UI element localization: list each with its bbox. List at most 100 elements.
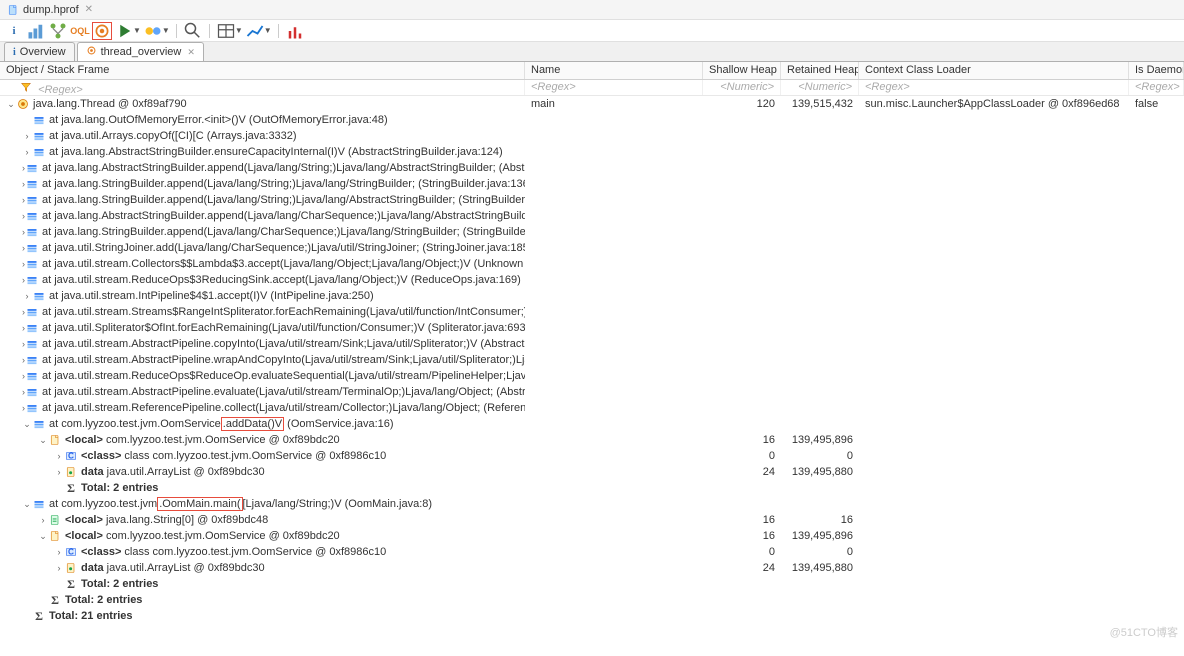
compare-button[interactable] [143, 22, 163, 40]
tree-row[interactable]: ›at java.util.StringJoiner.add(Ljava/lan… [0, 240, 1184, 256]
tree-row[interactable]: ›data java.util.ArrayList @ 0xf89bdc3024… [0, 560, 1184, 576]
row-text: at java.lang.AbstractStringBuilder.ensur… [49, 146, 503, 158]
row-text: at java.util.stream.IntPipeline$4$1.acce… [49, 290, 374, 302]
tree-row[interactable]: ⌄<local> com.lyyzoo.test.jvm.OomService … [0, 432, 1184, 448]
row-text: at java.lang.StringBuilder.append(Ljava/… [42, 178, 525, 190]
header-daemon[interactable]: Is Daemon [1129, 62, 1184, 79]
tree-row[interactable]: › at java.lang.AbstractStringBuilder.ensu… [0, 144, 1184, 160]
filter-shallow[interactable]: <Numeric> [703, 80, 781, 95]
header-shallow[interactable]: Shallow Heap [703, 62, 781, 79]
chart-button[interactable] [26, 22, 46, 40]
close-icon[interactable]: ✕ [187, 47, 195, 58]
tree-row[interactable]: ·ΣTotal: 21 entries [0, 608, 1184, 624]
search-button[interactable] [183, 22, 203, 40]
tree-row[interactable]: ⌄at com.lyyzoo.test.jvm.OomMain.main([Lj… [0, 496, 1184, 512]
cell-retained: 0 [781, 450, 859, 462]
tree-row[interactable]: ›at java.lang.StringBuilder.append(Ljava… [0, 176, 1184, 192]
expand-icon[interactable]: › [54, 563, 64, 573]
cell-retained: 139,515,432 [781, 98, 859, 110]
separator [176, 24, 177, 38]
tree-row[interactable]: ⌄java.lang.Thread @ 0xf89af790main120139… [0, 96, 1184, 112]
frame-icon [25, 401, 39, 415]
oql-button[interactable]: OQL [70, 22, 90, 40]
frame-icon [25, 225, 39, 239]
row-text: data java.util.ArrayList @ 0xf89bdc30 [81, 466, 265, 478]
frame-icon [25, 161, 39, 175]
expand-icon[interactable]: › [22, 291, 32, 301]
tree-row[interactable]: ›at java.util.stream.ReduceOps$3Reducing… [0, 272, 1184, 288]
frame-icon [25, 257, 39, 271]
frame-icon [25, 209, 39, 223]
tree-row[interactable]: ›at java.util.stream.AbstractPipeline.co… [0, 336, 1184, 352]
row-text: at java.util.stream.Streams$RangeIntSpli… [42, 306, 525, 318]
collapse-icon[interactable]: ⌄ [22, 499, 32, 510]
run-button[interactable] [114, 22, 134, 40]
tree-row[interactable]: ·ΣTotal: 2 entries [0, 480, 1184, 496]
frame-icon [25, 337, 39, 351]
column-headers: Object / Stack Frame Name Shallow Heap R… [0, 62, 1184, 80]
expand-icon[interactable]: › [54, 467, 64, 477]
collapse-icon[interactable]: ⌄ [22, 419, 32, 430]
table-button[interactable] [216, 22, 236, 40]
tree-row[interactable]: ›at java.lang.StringBuilder.append(Ljava… [0, 224, 1184, 240]
tree-row[interactable]: ›at java.lang.StringBuilder.append(Ljava… [0, 192, 1184, 208]
graph-button[interactable] [245, 22, 265, 40]
tree-row[interactable]: ›at java.util.Arrays.copyOf([CI)[C (Arra… [0, 128, 1184, 144]
tab-overview[interactable]: i Overview [4, 42, 75, 61]
expand-icon[interactable]: › [38, 515, 48, 525]
tab-label: thread_overview [101, 46, 182, 58]
tree-row[interactable]: ›at java.lang.AbstractStringBuilder.appe… [0, 208, 1184, 224]
header-context[interactable]: Context Class Loader [859, 62, 1129, 79]
filter-object[interactable]: <Regex> [0, 80, 525, 95]
expand-icon[interactable]: › [54, 547, 64, 557]
tree-row[interactable]: ›at java.util.stream.Streams$RangeIntSpl… [0, 304, 1184, 320]
filter-retained[interactable]: <Numeric> [781, 80, 859, 95]
tree-row[interactable]: ›at java.util.stream.AbstractPipeline.ev… [0, 384, 1184, 400]
tree-row[interactable]: ›at java.lang.AbstractStringBuilder.appe… [0, 160, 1184, 176]
tree-button[interactable] [48, 22, 68, 40]
cell-shallow: 16 [703, 530, 781, 542]
expand-icon[interactable]: › [22, 131, 32, 141]
tree-row[interactable]: ›C<class> class com.lyyzoo.test.jvm.OomS… [0, 448, 1184, 464]
tree-row[interactable]: ›at java.util.stream.AbstractPipeline.wr… [0, 352, 1184, 368]
header-retained[interactable]: Retained Heap [781, 62, 859, 79]
header-name[interactable]: Name [525, 62, 703, 79]
collapse-icon[interactable]: ⌄ [38, 435, 48, 446]
tree-row[interactable]: ›data java.util.ArrayList @ 0xf89bdc3024… [0, 464, 1184, 480]
header-object[interactable]: Object / Stack Frame [0, 62, 525, 79]
tree-row[interactable]: ›<local> java.lang.String[0] @ 0xf89bdc4… [0, 512, 1184, 528]
collapse-icon[interactable]: ⌄ [6, 99, 16, 110]
dropdown-arrow-icon[interactable]: ▼ [264, 26, 272, 35]
row-text: at java.util.stream.ReduceOps$3ReducingS… [42, 274, 521, 286]
filter-daemon[interactable]: <Regex> [1129, 80, 1184, 95]
filter-name[interactable]: <Regex> [525, 80, 703, 95]
thread-overview-button[interactable] [92, 22, 112, 40]
dropdown-arrow-icon[interactable]: ▼ [133, 26, 141, 35]
collapse-icon[interactable]: ⌄ [38, 531, 48, 542]
frame-icon [25, 321, 39, 335]
dropdown-arrow-icon[interactable]: ▼ [235, 26, 243, 35]
info-button[interactable]: i [4, 22, 24, 40]
tree-row[interactable]: ›C<class> class com.lyyzoo.test.jvm.OomS… [0, 544, 1184, 560]
row-text: at java.util.stream.Collectors$$Lambda$3… [42, 258, 525, 270]
bars-button[interactable] [285, 22, 305, 40]
tree-row[interactable]: ›at java.util.stream.ReduceOps$ReduceOp.… [0, 368, 1184, 384]
expand-icon[interactable]: › [54, 451, 64, 461]
tree-row[interactable]: ⌄<local> com.lyyzoo.test.jvm.OomService … [0, 528, 1184, 544]
filter-row: <Regex> <Regex> <Numeric> <Numeric> <Reg… [0, 80, 1184, 96]
tree-row[interactable]: ›at java.util.stream.Collectors$$Lambda$… [0, 256, 1184, 272]
tree-row[interactable]: ›at java.util.Spliterator$OfInt.forEachR… [0, 320, 1184, 336]
dropdown-arrow-icon[interactable]: ▼ [162, 26, 170, 35]
tree-row[interactable]: › at java.util.stream.IntPipeline$4$1.acc… [0, 288, 1184, 304]
stack-trace-tree[interactable]: ⌄java.lang.Thread @ 0xf89af790main120139… [0, 96, 1184, 656]
tree-row[interactable]: ⌄at com.lyyzoo.test.jvm.OomService.addDa… [0, 416, 1184, 432]
tab-thread-overview[interactable]: thread_overview ✕ [77, 42, 204, 61]
tree-row[interactable]: ·at java.lang.OutOfMemoryError.<init>()V… [0, 112, 1184, 128]
row-text: at java.lang.AbstractStringBuilder.appen… [42, 162, 525, 174]
close-icon[interactable]: ✕ [85, 4, 93, 15]
expand-icon[interactable]: › [22, 147, 32, 157]
filter-context[interactable]: <Regex> [859, 80, 1129, 95]
tree-row[interactable]: ·ΣTotal: 2 entries [0, 592, 1184, 608]
tree-row[interactable]: ›at java.util.stream.ReferencePipeline.c… [0, 400, 1184, 416]
tree-row[interactable]: ·ΣTotal: 2 entries [0, 576, 1184, 592]
